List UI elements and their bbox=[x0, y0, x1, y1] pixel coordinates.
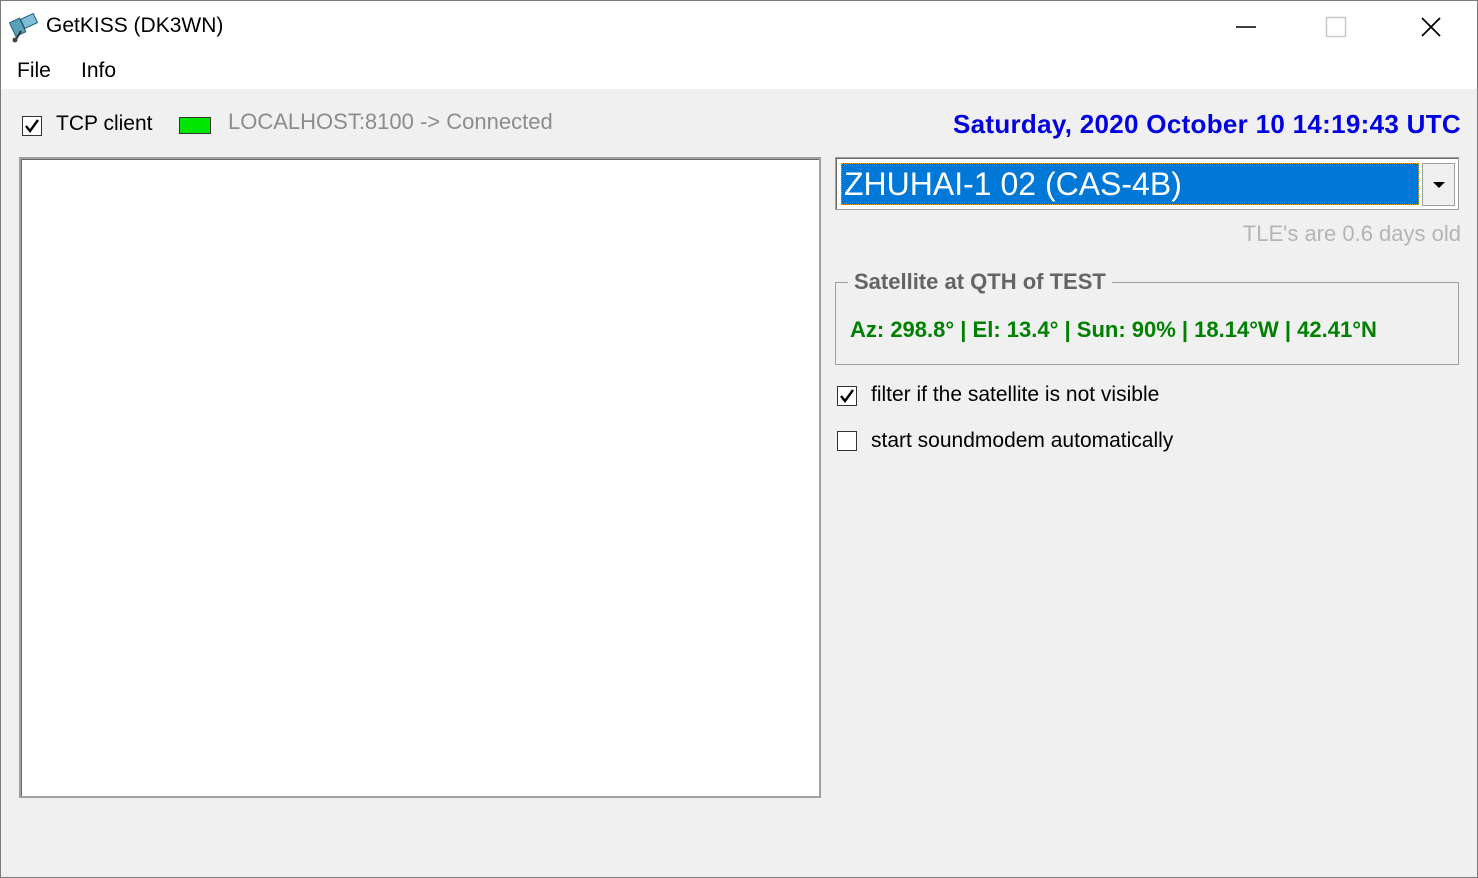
tcp-client-checkbox[interactable] bbox=[22, 116, 42, 136]
app-window: GetKISS (DK3WN) File Info TCP client LOC… bbox=[0, 0, 1478, 878]
connection-status-text: LOCALHOST:8100 -> Connected bbox=[228, 109, 553, 134]
utc-datetime: Saturday, 2020 October 10 14:19:43 UTC bbox=[952, 109, 1461, 139]
maximize-icon bbox=[1325, 16, 1347, 38]
minimize-button[interactable] bbox=[1201, 1, 1291, 53]
tcp-client-label[interactable]: TCP client bbox=[56, 112, 152, 136]
packet-log-area[interactable] bbox=[19, 157, 821, 798]
satellite-app-icon bbox=[9, 12, 39, 43]
menu-bar: File Info bbox=[1, 53, 1477, 89]
satellite-select[interactable]: ZHUHAI-1 02 (CAS-4B) bbox=[835, 157, 1459, 210]
filter-visible-label[interactable]: filter if the satellite is not visible bbox=[871, 383, 1159, 407]
satellite-select-value[interactable]: ZHUHAI-1 02 (CAS-4B) bbox=[841, 163, 1419, 205]
satellite-position-info: Az: 298.8° | El: 13.4° | Sun: 90% | 18.1… bbox=[850, 317, 1377, 342]
minimize-icon bbox=[1236, 26, 1256, 28]
close-icon bbox=[1421, 17, 1441, 37]
satellite-position-group: Satellite at QTH of TEST Az: 298.8° | El… bbox=[835, 269, 1459, 365]
menu-info[interactable]: Info bbox=[81, 59, 116, 83]
connection-status-indicator bbox=[179, 117, 211, 134]
maximize-button[interactable] bbox=[1291, 1, 1381, 53]
filter-visible-checkbox[interactable] bbox=[837, 386, 857, 406]
chevron-down-icon bbox=[1432, 181, 1445, 188]
soundmodem-autostart-checkbox[interactable] bbox=[837, 431, 857, 451]
checkmark-icon bbox=[840, 389, 854, 403]
checkmark-icon bbox=[25, 119, 39, 133]
window-title: GetKISS (DK3WN) bbox=[46, 14, 224, 37]
menu-file[interactable]: File bbox=[17, 59, 51, 83]
tle-age-text: TLE's are 0.6 days old bbox=[1242, 221, 1461, 246]
title-bar[interactable]: GetKISS (DK3WN) bbox=[1, 1, 1477, 53]
dropdown-button[interactable] bbox=[1422, 163, 1455, 206]
close-button[interactable] bbox=[1386, 1, 1476, 53]
group-title: Satellite at QTH of TEST bbox=[848, 269, 1112, 295]
soundmodem-autostart-label[interactable]: start soundmodem automatically bbox=[871, 429, 1173, 453]
